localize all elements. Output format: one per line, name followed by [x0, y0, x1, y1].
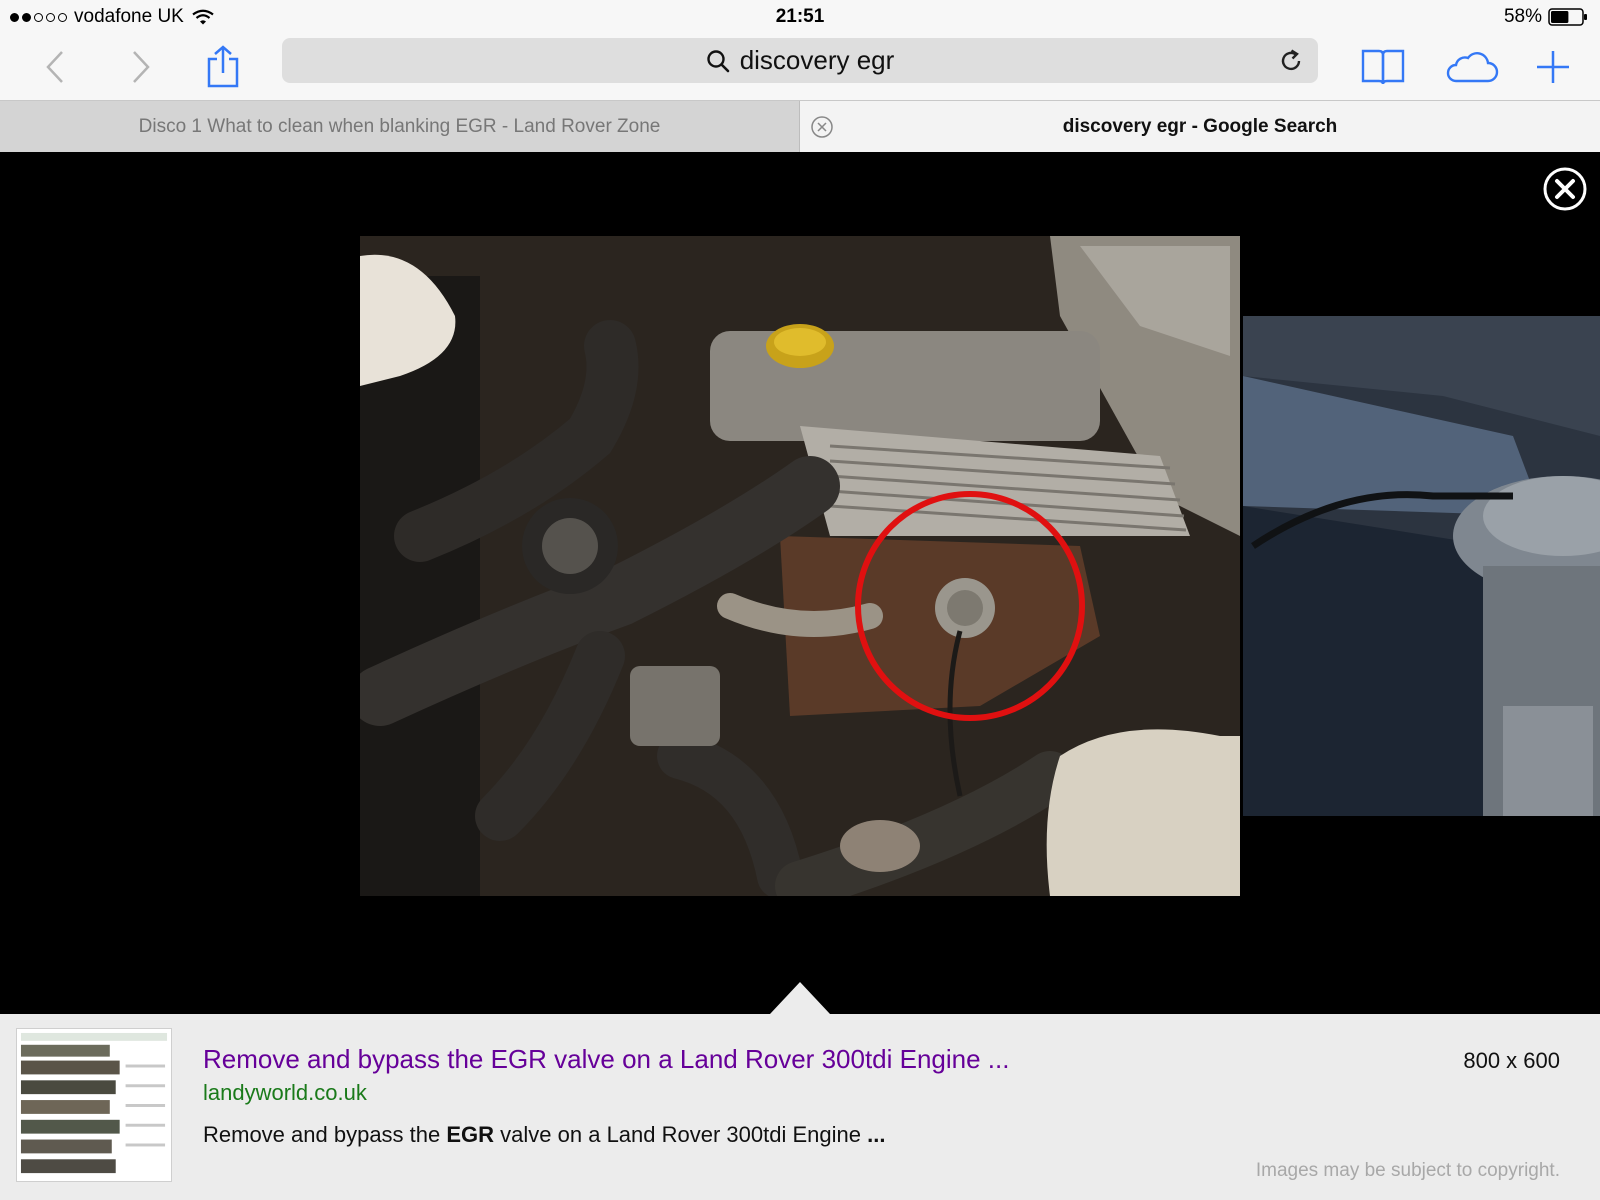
forward-button[interactable] — [116, 42, 166, 92]
close-viewer-icon[interactable] — [1542, 166, 1588, 212]
reload-icon — [1281, 49, 1301, 71]
book-icon — [1361, 49, 1405, 85]
status-time: 21:51 — [775, 6, 825, 27]
desc-part: Remove and bypass the — [203, 1122, 447, 1147]
result-description: Remove and bypass the EGR valve on a Lan… — [203, 1122, 885, 1148]
tab-bar: Disco 1 What to clean when blanking EGR … — [0, 100, 1600, 152]
search-icon — [706, 49, 729, 72]
source-page-thumbnail[interactable] — [16, 1028, 172, 1182]
tab-google-search[interactable]: discovery egr - Google Search — [800, 101, 1600, 152]
tab-close-icon[interactable] — [810, 115, 834, 139]
copyright-notice: Images may be subject to copyright. — [1255, 1160, 1560, 1181]
battery-percent: 58% — [1503, 6, 1542, 27]
tab-land-rover-zone[interactable]: Disco 1 What to clean when blanking EGR … — [0, 101, 800, 152]
address-bar[interactable]: discovery egr — [282, 38, 1318, 83]
bookmarks-button[interactable] — [1358, 42, 1408, 92]
status-bar: vodafone UK 21:51 58% — [0, 0, 1600, 34]
engine-photo[interactable] — [360, 236, 1240, 896]
plus-icon — [1537, 51, 1569, 83]
chevron-left-icon — [46, 51, 63, 83]
new-tab-button[interactable] — [1528, 42, 1578, 92]
browser-toolbar: discovery egr — [0, 34, 1600, 100]
back-button[interactable] — [30, 42, 80, 92]
image-dimensions: 800 x 600 — [1463, 1048, 1560, 1073]
battery-icon — [1548, 8, 1587, 26]
image-viewer — [0, 152, 1600, 1014]
cloud-icon — [1446, 52, 1499, 83]
desc-bold: EGR — [446, 1122, 495, 1147]
tab-title: discovery egr - Google Search — [1062, 115, 1338, 137]
result-pointer — [770, 982, 830, 1014]
icloud-tabs-button[interactable] — [1444, 42, 1500, 92]
image-result-panel: Remove and bypass the EGR valve on a Lan… — [0, 1014, 1600, 1200]
share-button[interactable] — [198, 42, 248, 92]
result-site[interactable]: landyworld.co.uk — [203, 1080, 367, 1106]
next-image-preview[interactable] — [1243, 316, 1600, 816]
desc-ellipsis: ... — [867, 1122, 886, 1147]
search-query-text: discovery egr — [739, 45, 895, 75]
tab-title: Disco 1 What to clean when blanking EGR … — [138, 115, 661, 137]
chevron-right-icon — [133, 51, 150, 83]
address-bar-content: discovery egr — [282, 38, 1318, 83]
result-title-link[interactable]: Remove and bypass the EGR valve on a Lan… — [203, 1044, 1009, 1075]
desc-part: valve on a Land Rover 300tdi Engine — [494, 1122, 868, 1147]
reload-button[interactable] — [1274, 44, 1308, 78]
share-icon — [207, 45, 239, 88]
status-right: 58% — [1504, 6, 1588, 28]
